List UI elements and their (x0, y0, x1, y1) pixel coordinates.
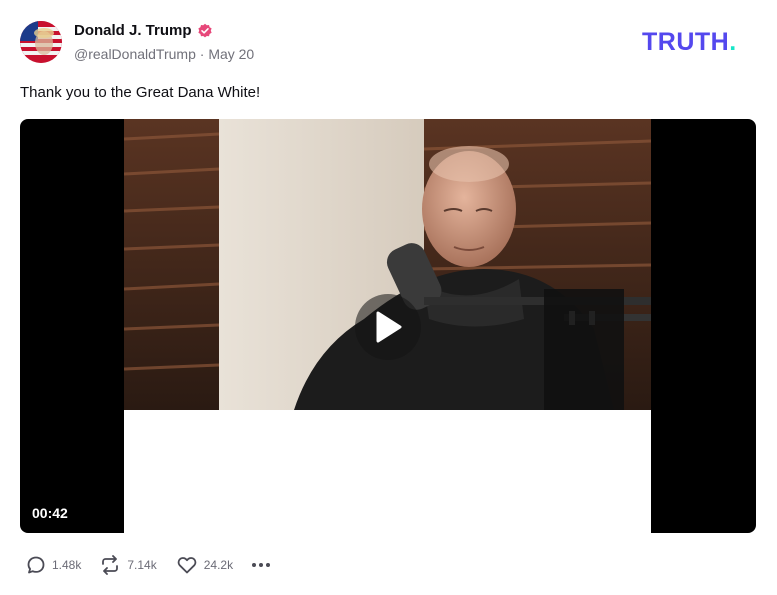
reply-bubble-icon (27, 556, 45, 574)
post-text: Thank you to the Great Dana White! (20, 84, 261, 101)
play-button[interactable] (355, 294, 421, 360)
logo-text: TRUTH (642, 28, 730, 56)
like-button[interactable]: 24.2k (176, 555, 233, 575)
author-name[interactable]: Donald J. Trump (74, 22, 192, 39)
like-count: 24.2k (203, 558, 234, 572)
reply-button[interactable]: 1.48k (26, 555, 81, 575)
retruth-arrows-icon (102, 555, 119, 575)
handle-line: @realDonaldTrump · May 20 (74, 46, 254, 62)
retruth-button[interactable]: 7.14k (99, 555, 157, 575)
play-icon (376, 311, 402, 343)
heart-icon (177, 557, 197, 574)
truth-logo[interactable]: TRUTH. (642, 28, 737, 57)
more-dots-icon (252, 563, 271, 567)
logo-dot: . (729, 28, 737, 56)
author-handle[interactable]: @realDonaldTrump (74, 46, 196, 62)
video-player[interactable]: 00:42 (20, 119, 756, 533)
post-date[interactable]: May 20 (208, 46, 254, 62)
retruth-count: 7.14k (127, 558, 157, 572)
verified-badge-icon (197, 23, 212, 37)
video-letterbox (124, 410, 651, 533)
video-duration: 00:42 (32, 505, 68, 521)
author-name-row[interactable]: Donald J. Trump (74, 22, 213, 39)
reply-count: 1.48k (52, 558, 82, 572)
more-button[interactable] (251, 555, 271, 575)
separator: · (199, 46, 205, 62)
avatar[interactable] (20, 21, 62, 63)
action-bar: 1.48k 7.14k 24.2k (26, 554, 271, 576)
video-frame (124, 119, 651, 410)
